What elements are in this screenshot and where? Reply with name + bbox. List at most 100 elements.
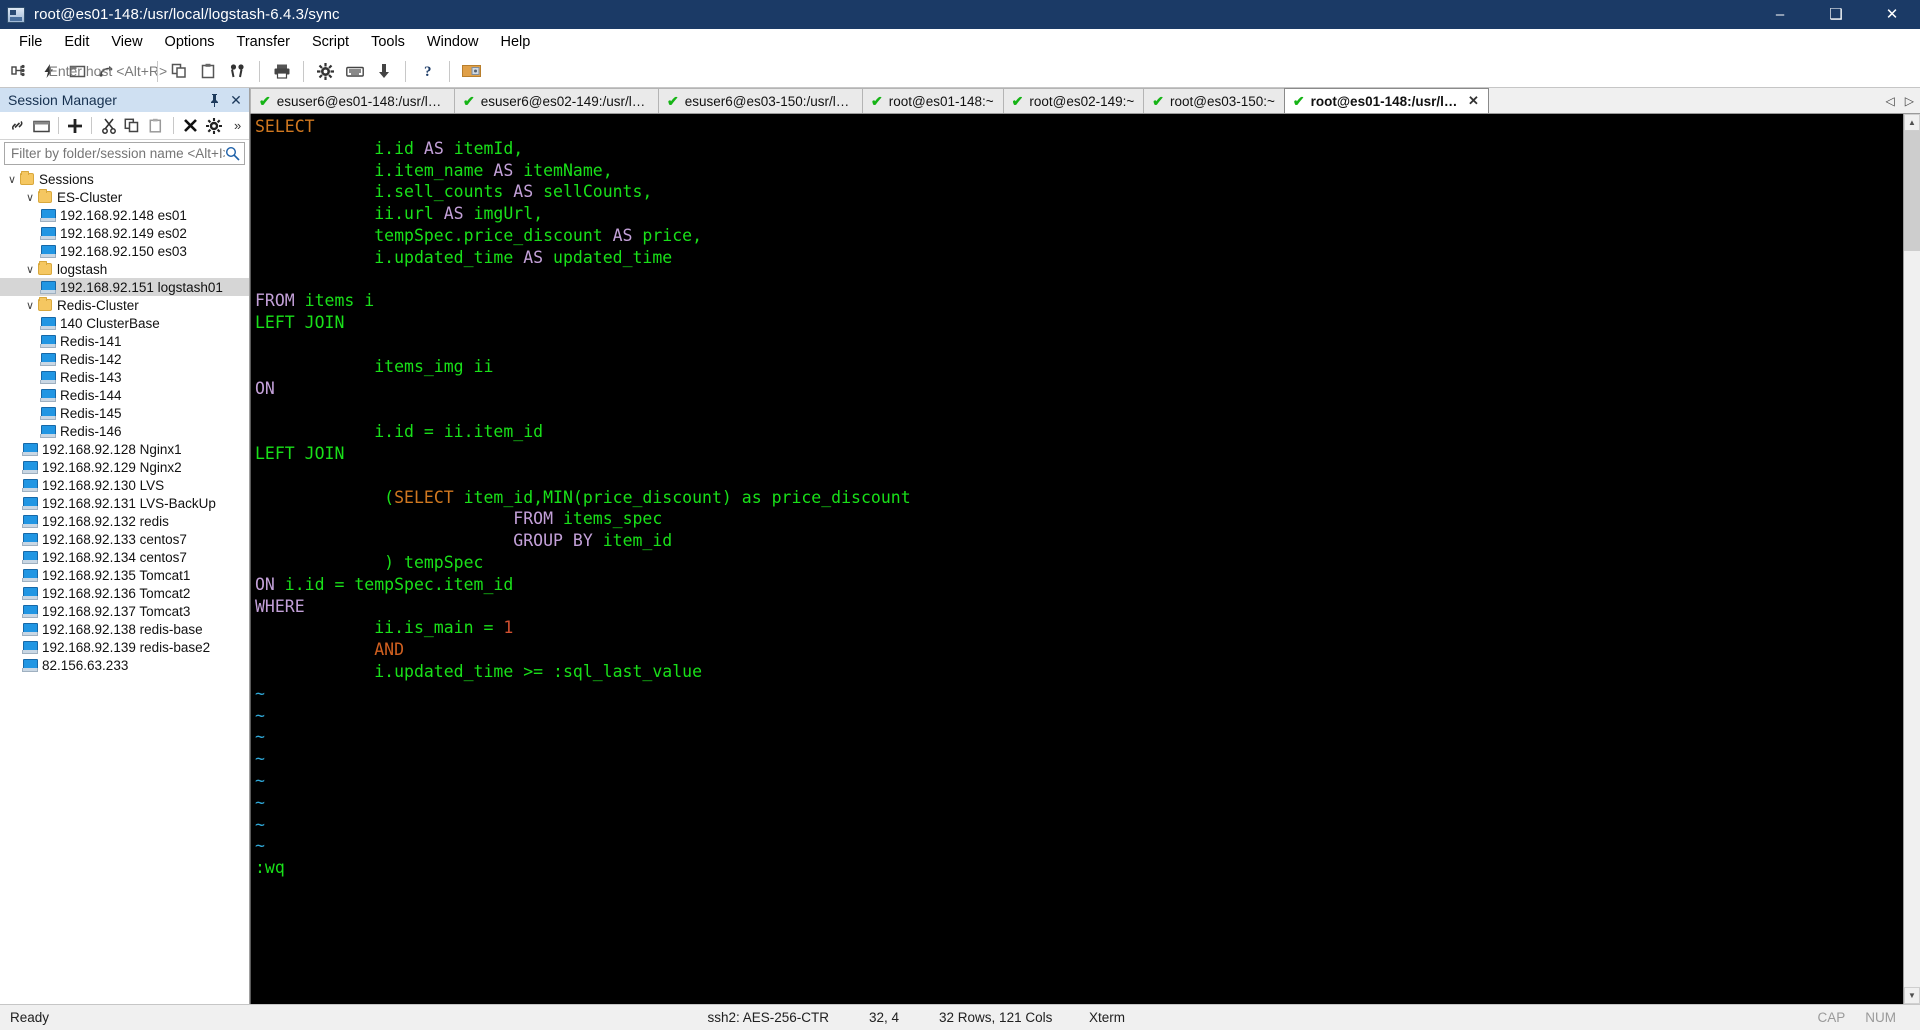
scrollbar-track[interactable] bbox=[1904, 131, 1920, 987]
tree-session-row[interactable]: 192.168.92.137 Tomcat3 bbox=[0, 602, 249, 620]
terminal-tab[interactable]: ✔ esuser6@es02-149:/usr/local... bbox=[454, 88, 659, 113]
keyboard-icon[interactable] bbox=[341, 58, 368, 85]
close-button[interactable]: ✕ bbox=[1864, 0, 1920, 29]
tree-session-row[interactable]: 192.168.92.134 centos7 bbox=[0, 548, 249, 566]
menu-view[interactable]: View bbox=[100, 31, 153, 53]
toolbar-separator bbox=[449, 60, 450, 82]
tree-item-label: Redis-146 bbox=[60, 423, 122, 439]
terminal-scrollbar[interactable]: ▲ ▼ bbox=[1903, 114, 1920, 1004]
folder-icon bbox=[38, 297, 52, 311]
tree-session-row[interactable]: 192.168.92.138 redis-base bbox=[0, 620, 249, 638]
terminal-line: ~ bbox=[255, 770, 1903, 792]
terminal-token: item_id,MIN(price_discount) as price_dis… bbox=[453, 487, 911, 507]
status-emulation: Xterm bbox=[1089, 1010, 1126, 1025]
connect-icon[interactable] bbox=[6, 58, 33, 85]
find-icon[interactable] bbox=[224, 58, 251, 85]
pin-icon[interactable] bbox=[209, 93, 227, 107]
overflow-icon[interactable]: » bbox=[226, 114, 249, 137]
session-tree[interactable]: ∨ Sessions ∨ ES-Cluster 192.168.92.148 es01 1… bbox=[0, 167, 249, 1004]
menu-edit[interactable]: Edit bbox=[53, 31, 100, 53]
tree-session-row[interactable]: 192.168.92.129 Nginx2 bbox=[0, 458, 249, 476]
tree-session-row[interactable]: 192.168.92.132 redis bbox=[0, 512, 249, 530]
chevron-down-icon[interactable]: ∨ bbox=[22, 299, 38, 312]
copy-icon[interactable] bbox=[166, 58, 193, 85]
menu-window[interactable]: Window bbox=[416, 31, 490, 53]
terminal-tab[interactable]: ✔ root@es01-148:/usr/loca... ✕ bbox=[1283, 88, 1489, 113]
tree-folder-row[interactable]: ∨ ES-Cluster bbox=[0, 188, 249, 206]
terminal-tab[interactable]: ✔ root@es02-149:~ bbox=[1002, 88, 1145, 113]
tree-session-row[interactable]: Redis-142 bbox=[0, 350, 249, 368]
terminal-token: :wq bbox=[255, 858, 285, 878]
status-num-lock: NUM bbox=[1865, 1010, 1896, 1025]
session-host-icon bbox=[40, 245, 56, 258]
minimize-button[interactable]: – bbox=[1752, 0, 1808, 29]
tree-session-row[interactable]: Redis-144 bbox=[0, 386, 249, 404]
tree-folder-row[interactable]: ∨ Redis-Cluster bbox=[0, 296, 249, 314]
tree-session-row[interactable]: 192.168.92.136 Tomcat2 bbox=[0, 584, 249, 602]
new-folder-icon[interactable] bbox=[30, 114, 53, 137]
properties-icon[interactable] bbox=[202, 114, 225, 137]
tree-session-row[interactable]: 192.168.92.133 centos7 bbox=[0, 530, 249, 548]
tree-session-row[interactable]: 82.156.63.233 bbox=[0, 656, 249, 674]
scroll-up-arrow[interactable]: ▲ bbox=[1904, 114, 1920, 131]
connect-session-icon[interactable] bbox=[6, 114, 29, 137]
close-panel-icon[interactable]: ✕ bbox=[227, 92, 245, 109]
maximize-button[interactable]: ❑ bbox=[1808, 0, 1864, 29]
tree-session-row[interactable]: Redis-145 bbox=[0, 404, 249, 422]
session-options-icon[interactable] bbox=[312, 58, 339, 85]
terminal-tab[interactable]: ✔ root@es01-148:~ bbox=[862, 88, 1004, 113]
tree-session-row[interactable]: 140 ClusterBase bbox=[0, 314, 249, 332]
terminal-tab[interactable]: ✔ esuser6@es01-148:/usr/local... bbox=[250, 88, 455, 113]
terminal-line: i.updated_time AS updated_time bbox=[255, 247, 1903, 269]
sftp-icon[interactable] bbox=[458, 58, 485, 85]
tree-session-row[interactable]: Redis-141 bbox=[0, 332, 249, 350]
scrollbar-thumb[interactable] bbox=[1904, 131, 1920, 251]
help-icon[interactable]: ? bbox=[414, 58, 441, 85]
delete-icon[interactable] bbox=[179, 114, 202, 137]
menu-file[interactable]: File bbox=[8, 31, 53, 53]
tab-close-icon[interactable]: ✕ bbox=[1468, 93, 1479, 109]
tree-session-row[interactable]: 192.168.92.128 Nginx1 bbox=[0, 440, 249, 458]
chevron-down-icon[interactable]: ∨ bbox=[22, 263, 38, 276]
menu-options[interactable]: Options bbox=[154, 31, 226, 53]
scroll-down-arrow[interactable]: ▼ bbox=[1904, 987, 1920, 1004]
terminal-tab[interactable]: ✔ esuser6@es03-150:/usr/local... bbox=[658, 88, 863, 113]
menu-transfer[interactable]: Transfer bbox=[226, 31, 301, 53]
tree-session-row[interactable]: 192.168.92.149 es02 bbox=[0, 224, 249, 242]
paste-icon[interactable] bbox=[195, 58, 222, 85]
tree-folder-row[interactable]: ∨ Sessions bbox=[0, 170, 249, 188]
session-host-icon bbox=[22, 551, 38, 564]
terminal-token: ) tempSpec bbox=[255, 552, 484, 572]
transfer-icon[interactable] bbox=[370, 58, 397, 85]
tree-session-row[interactable]: 192.168.92.139 redis-base2 bbox=[0, 638, 249, 656]
new-session-icon[interactable] bbox=[64, 114, 87, 137]
menu-script[interactable]: Script bbox=[301, 31, 360, 53]
search-icon[interactable] bbox=[225, 146, 240, 161]
session-filter-input[interactable] bbox=[11, 146, 225, 161]
terminal-line: LEFT JOIN bbox=[255, 312, 1903, 334]
tab-prev-button[interactable]: ◁ bbox=[1886, 94, 1895, 108]
tree-session-row[interactable]: 192.168.92.151 logstash01 bbox=[0, 278, 249, 296]
terminal-tab[interactable]: ✔ root@es03-150:~ bbox=[1143, 88, 1285, 113]
menu-help[interactable]: Help bbox=[490, 31, 542, 53]
tree-session-row[interactable]: 192.168.92.148 es01 bbox=[0, 206, 249, 224]
print-icon[interactable] bbox=[268, 58, 295, 85]
tree-session-row[interactable]: Redis-143 bbox=[0, 368, 249, 386]
tree-session-row[interactable]: 192.168.92.130 LVS bbox=[0, 476, 249, 494]
menu-tools[interactable]: Tools bbox=[360, 31, 416, 53]
tree-session-row[interactable]: 192.168.92.131 LVS-BackUp bbox=[0, 494, 249, 512]
tree-session-row[interactable]: 192.168.92.135 Tomcat1 bbox=[0, 566, 249, 584]
host-entry-field[interactable]: Enter host <Alt+R> bbox=[49, 58, 168, 85]
copy-icon[interactable] bbox=[121, 114, 144, 137]
tab-next-button[interactable]: ▷ bbox=[1905, 94, 1914, 108]
tree-session-row[interactable]: 192.168.92.150 es03 bbox=[0, 242, 249, 260]
terminal-output[interactable]: SELECT i.id AS itemId, i.item_name AS it… bbox=[250, 114, 1903, 1004]
cut-icon[interactable] bbox=[97, 114, 120, 137]
paste-icon[interactable] bbox=[145, 114, 168, 137]
session-host-icon bbox=[22, 659, 38, 672]
chevron-down-icon[interactable]: ∨ bbox=[4, 173, 20, 186]
session-filter[interactable] bbox=[4, 142, 245, 165]
tree-session-row[interactable]: Redis-146 bbox=[0, 422, 249, 440]
chevron-down-icon[interactable]: ∨ bbox=[22, 191, 38, 204]
tree-folder-row[interactable]: ∨ logstash bbox=[0, 260, 249, 278]
